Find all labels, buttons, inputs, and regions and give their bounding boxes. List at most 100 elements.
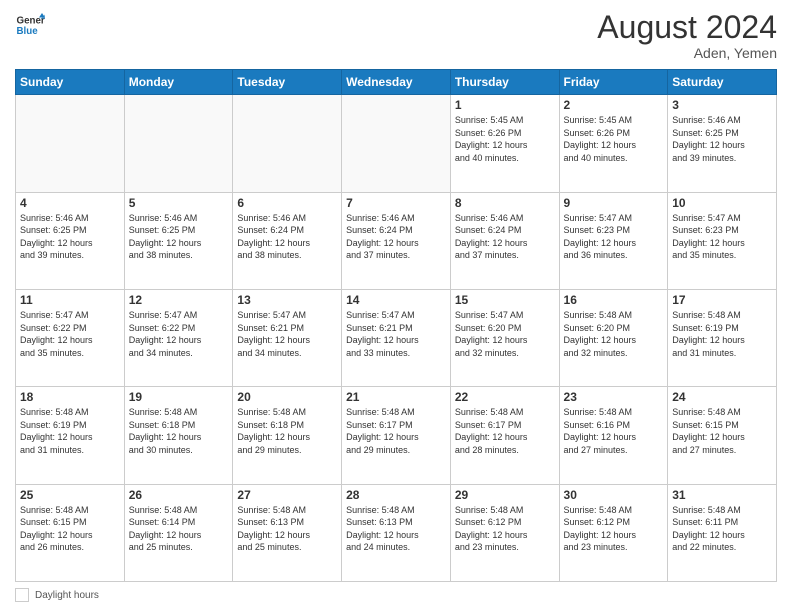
day-info: Sunrise: 5:45 AM Sunset: 6:26 PM Dayligh… xyxy=(455,114,555,164)
calendar-cell: 9 Sunrise: 5:47 AM Sunset: 6:23 PM Daylig… xyxy=(559,192,668,289)
day-info: Sunrise: 5:46 AM Sunset: 6:24 PM Dayligh… xyxy=(346,212,446,262)
calendar-cell: 21Sunrise: 5:48 AM Sunset: 6:17 PM Dayli… xyxy=(342,387,451,484)
day-info: Sunrise: 5:45 AM Sunset: 6:26 PM Dayligh… xyxy=(564,114,664,164)
day-header-wednesday: Wednesday xyxy=(342,70,451,95)
calendar-cell: 23 Sunrise: 5:48 AM Sunset: 6:16 PM Dayli… xyxy=(559,387,668,484)
calendar-cell: 29 Sunrise: 5:48 AM Sunset: 6:12 PM Dayli… xyxy=(450,484,559,581)
day-info: Sunrise: 5:46 AM Sunset: 6:25 PM Dayligh… xyxy=(672,114,772,164)
day-number: 9 xyxy=(564,196,664,210)
calendar-cell: 18Sunrise: 5:48 AM Sunset: 6:19 PM Dayli… xyxy=(16,387,125,484)
day-info: Sunrise: 5:48 AM Sunset: 6:12 PM Dayligh… xyxy=(564,504,664,554)
calendar-table: SundayMondayTuesdayWednesdayThursdayFrid… xyxy=(15,69,777,582)
day-header-tuesday: Tuesday xyxy=(233,70,342,95)
calendar-cell: 7 Sunrise: 5:46 AM Sunset: 6:24 PM Daylig… xyxy=(342,192,451,289)
day-info: Sunrise: 5:48 AM Sunset: 6:20 PM Dayligh… xyxy=(564,309,664,359)
calendar-cell: 4Sunrise: 5:46 AM Sunset: 6:25 PM Daylig… xyxy=(16,192,125,289)
day-info: Sunrise: 5:47 AM Sunset: 6:23 PM Dayligh… xyxy=(564,212,664,262)
day-number: 16 xyxy=(564,293,664,307)
calendar-cell: 3 Sunrise: 5:46 AM Sunset: 6:25 PM Daylig… xyxy=(668,95,777,192)
day-info: Sunrise: 5:46 AM Sunset: 6:25 PM Dayligh… xyxy=(129,212,229,262)
calendar-cell: 11Sunrise: 5:47 AM Sunset: 6:22 PM Dayli… xyxy=(16,289,125,386)
calendar-cell xyxy=(342,95,451,192)
day-info: Sunrise: 5:48 AM Sunset: 6:13 PM Dayligh… xyxy=(346,504,446,554)
day-number: 28 xyxy=(346,488,446,502)
calendar-cell: 16 Sunrise: 5:48 AM Sunset: 6:20 PM Dayli… xyxy=(559,289,668,386)
day-number: 8 xyxy=(455,196,555,210)
calendar-cell: 8Sunrise: 5:46 AM Sunset: 6:24 PM Daylig… xyxy=(450,192,559,289)
calendar-week-row: 11Sunrise: 5:47 AM Sunset: 6:22 PM Dayli… xyxy=(16,289,777,386)
day-number: 15 xyxy=(455,293,555,307)
calendar-cell: 20 Sunrise: 5:48 AM Sunset: 6:18 PM Dayli… xyxy=(233,387,342,484)
day-info: Sunrise: 5:48 AM Sunset: 6:17 PM Dayligh… xyxy=(455,406,555,456)
calendar-cell: 12Sunrise: 5:47 AM Sunset: 6:22 PM Dayli… xyxy=(124,289,233,386)
day-number: 13 xyxy=(237,293,337,307)
day-number: 26 xyxy=(129,488,229,502)
day-info: Sunrise: 5:47 AM Sunset: 6:23 PM Dayligh… xyxy=(672,212,772,262)
day-info: Sunrise: 5:48 AM Sunset: 6:15 PM Dayligh… xyxy=(672,406,772,456)
day-number: 25 xyxy=(20,488,120,502)
day-number: 21 xyxy=(346,390,446,404)
day-info: Sunrise: 5:46 AM Sunset: 6:24 PM Dayligh… xyxy=(237,212,337,262)
svg-text:Blue: Blue xyxy=(17,26,39,37)
calendar-header-row: SundayMondayTuesdayWednesdayThursdayFrid… xyxy=(16,70,777,95)
calendar-cell: 6Sunrise: 5:46 AM Sunset: 6:24 PM Daylig… xyxy=(233,192,342,289)
day-number: 20 xyxy=(237,390,337,404)
day-info: Sunrise: 5:48 AM Sunset: 6:15 PM Dayligh… xyxy=(20,504,120,554)
day-number: 11 xyxy=(20,293,120,307)
day-header-thursday: Thursday xyxy=(450,70,559,95)
day-number: 19 xyxy=(129,390,229,404)
calendar-cell: 15 Sunrise: 5:47 AM Sunset: 6:20 PM Dayli… xyxy=(450,289,559,386)
calendar-cell: 17 Sunrise: 5:48 AM Sunset: 6:19 PM Dayli… xyxy=(668,289,777,386)
calendar-cell: 1 Sunrise: 5:45 AM Sunset: 6:26 PM Daylig… xyxy=(450,95,559,192)
day-number: 2 xyxy=(564,98,664,112)
header: General Blue August 2024 Aden, Yemen xyxy=(15,10,777,61)
day-info: Sunrise: 5:48 AM Sunset: 6:14 PM Dayligh… xyxy=(129,504,229,554)
footer: Daylight hours xyxy=(15,588,777,602)
title-block: August 2024 Aden, Yemen xyxy=(597,10,777,61)
calendar-cell: 26 Sunrise: 5:48 AM Sunset: 6:14 PM Dayli… xyxy=(124,484,233,581)
day-number: 22 xyxy=(455,390,555,404)
day-number: 17 xyxy=(672,293,772,307)
footer-box-icon xyxy=(15,588,29,602)
day-number: 23 xyxy=(564,390,664,404)
day-info: Sunrise: 5:47 AM Sunset: 6:20 PM Dayligh… xyxy=(455,309,555,359)
calendar-cell: 2 Sunrise: 5:45 AM Sunset: 6:26 PM Daylig… xyxy=(559,95,668,192)
day-number: 3 xyxy=(672,98,772,112)
day-info: Sunrise: 5:47 AM Sunset: 6:21 PM Dayligh… xyxy=(346,309,446,359)
calendar-week-row: 4Sunrise: 5:46 AM Sunset: 6:25 PM Daylig… xyxy=(16,192,777,289)
calendar-cell xyxy=(16,95,125,192)
day-info: Sunrise: 5:48 AM Sunset: 6:12 PM Dayligh… xyxy=(455,504,555,554)
day-info: Sunrise: 5:48 AM Sunset: 6:16 PM Dayligh… xyxy=(564,406,664,456)
day-number: 10 xyxy=(672,196,772,210)
day-info: Sunrise: 5:48 AM Sunset: 6:18 PM Dayligh… xyxy=(237,406,337,456)
day-info: Sunrise: 5:48 AM Sunset: 6:18 PM Dayligh… xyxy=(129,406,229,456)
calendar-cell: 22 Sunrise: 5:48 AM Sunset: 6:17 PM Dayli… xyxy=(450,387,559,484)
day-info: Sunrise: 5:48 AM Sunset: 6:19 PM Dayligh… xyxy=(672,309,772,359)
calendar-cell: 13 Sunrise: 5:47 AM Sunset: 6:21 PM Dayli… xyxy=(233,289,342,386)
calendar-week-row: 1 Sunrise: 5:45 AM Sunset: 6:26 PM Daylig… xyxy=(16,95,777,192)
day-number: 14 xyxy=(346,293,446,307)
day-number: 30 xyxy=(564,488,664,502)
calendar-week-row: 25 Sunrise: 5:48 AM Sunset: 6:15 PM Dayli… xyxy=(16,484,777,581)
day-number: 5 xyxy=(129,196,229,210)
location-subtitle: Aden, Yemen xyxy=(597,45,777,61)
calendar-cell: 24 Sunrise: 5:48 AM Sunset: 6:15 PM Dayli… xyxy=(668,387,777,484)
page: General Blue August 2024 Aden, Yemen Sun… xyxy=(0,0,792,612)
calendar-cell: 19 Sunrise: 5:48 AM Sunset: 6:18 PM Dayli… xyxy=(124,387,233,484)
day-number: 7 xyxy=(346,196,446,210)
logo: General Blue xyxy=(15,10,45,40)
day-header-sunday: Sunday xyxy=(16,70,125,95)
calendar-cell xyxy=(233,95,342,192)
day-number: 12 xyxy=(129,293,229,307)
calendar-cell xyxy=(124,95,233,192)
day-info: Sunrise: 5:48 AM Sunset: 6:11 PM Dayligh… xyxy=(672,504,772,554)
calendar-cell: 27Sunrise: 5:48 AM Sunset: 6:13 PM Dayli… xyxy=(233,484,342,581)
calendar-cell: 5 Sunrise: 5:46 AM Sunset: 6:25 PM Daylig… xyxy=(124,192,233,289)
day-number: 24 xyxy=(672,390,772,404)
day-info: Sunrise: 5:48 AM Sunset: 6:13 PM Dayligh… xyxy=(237,504,337,554)
day-info: Sunrise: 5:47 AM Sunset: 6:21 PM Dayligh… xyxy=(237,309,337,359)
calendar-cell: 31Sunrise: 5:48 AM Sunset: 6:11 PM Dayli… xyxy=(668,484,777,581)
calendar-cell: 14 Sunrise: 5:47 AM Sunset: 6:21 PM Dayli… xyxy=(342,289,451,386)
day-number: 1 xyxy=(455,98,555,112)
day-number: 29 xyxy=(455,488,555,502)
